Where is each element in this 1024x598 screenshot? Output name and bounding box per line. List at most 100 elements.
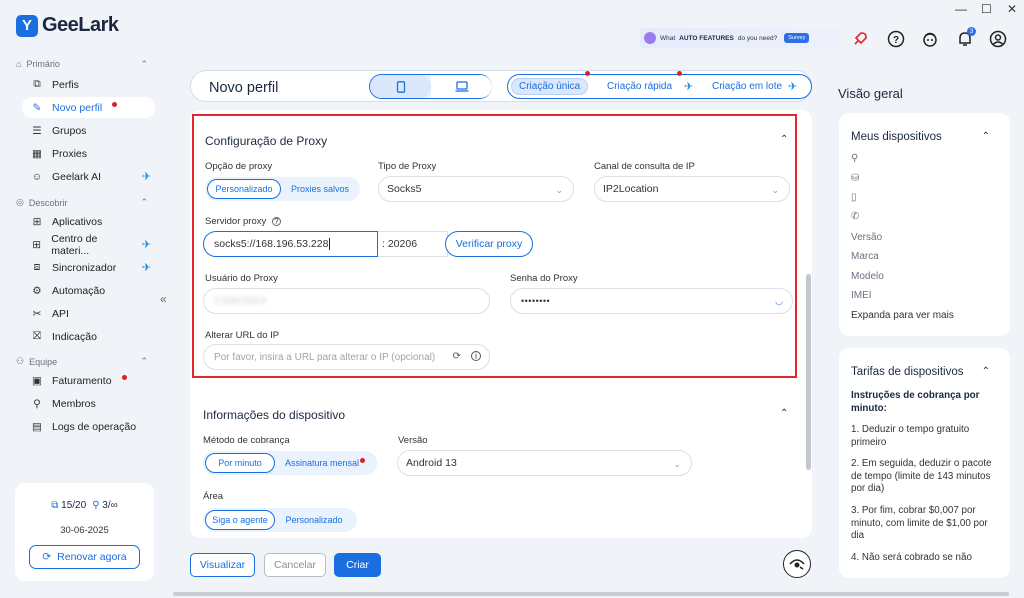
chevron-up-icon[interactable]: ⌃: [982, 366, 990, 377]
proxy-server-input[interactable]: socks5://168.196.53.228: [203, 231, 378, 257]
maximize-button[interactable]: ☐: [981, 2, 992, 16]
close-button[interactable]: ✕: [1007, 2, 1017, 16]
billing-method-segment: Por minuto Assinatura mensal: [203, 451, 377, 475]
renew-button[interactable]: ⟳ Renovar agora: [29, 545, 140, 569]
sidebar-item-logs[interactable]: ▤ Logs de operação: [22, 416, 155, 437]
expand-more-link[interactable]: Expanda para ver mais: [851, 310, 954, 321]
sidebar-item-label: Aplicativos: [52, 215, 103, 228]
section-team[interactable]: ⚇ Equipe ⌃: [16, 356, 148, 367]
billing-subscription[interactable]: Assinatura mensal: [275, 453, 375, 473]
proxies-icon: ▦: [32, 147, 42, 160]
banner-suffix: do you need?: [737, 34, 778, 42]
proxy-port-input[interactable]: : 20206: [378, 231, 448, 257]
proxy-option-custom[interactable]: Personalizado: [207, 179, 281, 199]
sim-icon: ▯: [851, 192, 857, 203]
sync-icon: ⧈: [33, 261, 41, 273]
proxy-type-select[interactable]: Socks5 ⌄: [378, 176, 574, 202]
notification-badge: 3: [967, 27, 976, 36]
sidebar-item-membros[interactable]: ⚲ Membros: [22, 393, 155, 414]
sidebar-item-novo-perfil[interactable]: ✎ Novo perfil: [22, 97, 155, 118]
sidebar-item-label: Centro de materi...: [51, 232, 98, 257]
ip-channel-select[interactable]: IP2Location ⌄: [594, 176, 790, 202]
change-url-placeholder: Por favor, insira a URL para alterar o I…: [214, 351, 436, 363]
phone-option[interactable]: [370, 75, 431, 98]
proxy-password-input[interactable]: •••••••• ◡: [510, 288, 793, 314]
eye-closed-icon[interactable]: ◡: [775, 296, 783, 307]
change-url-input[interactable]: Por favor, insira a URL para alterar o I…: [203, 344, 490, 370]
section-primary[interactable]: ⌂ Primário ⌃: [16, 59, 148, 69]
pin-icon: ✈: [788, 81, 798, 93]
sidebar-item-grupos[interactable]: ☰ Grupos: [22, 120, 155, 141]
sidebar-item-geelark-ai[interactable]: ☺ Geelark AI ✈: [22, 166, 155, 187]
version-select[interactable]: Android 13 ⌄: [397, 450, 692, 476]
preview-button[interactable]: Visualizar: [190, 553, 255, 577]
tab-batch-creation[interactable]: Criação em lote: [712, 75, 782, 98]
section-primary-label: Primário: [26, 59, 60, 69]
proxy-type-value: Socks5: [387, 183, 422, 195]
chevron-up-icon[interactable]: ⌃: [982, 131, 990, 142]
create-button[interactable]: Criar: [334, 553, 381, 577]
sidebar-item-label: Automação: [52, 284, 106, 297]
info-icon[interactable]: i: [471, 351, 481, 361]
chevron-up-icon[interactable]: ⌃: [780, 134, 788, 145]
minimize-button[interactable]: —: [955, 2, 967, 16]
sidebar-item-automacao[interactable]: ⚙ Automação: [22, 280, 155, 301]
area-follow-agent[interactable]: Siga o agente: [205, 510, 275, 530]
sidebar-item-perfis[interactable]: ⧉ Perfis: [22, 74, 155, 95]
device-brand: Marca: [851, 251, 879, 262]
sidebar-item-proxies[interactable]: ▦ Proxies: [22, 143, 155, 164]
account-icon[interactable]: [988, 29, 1008, 49]
survey-button[interactable]: Survey: [784, 33, 810, 43]
cancel-button[interactable]: Cancelar: [264, 553, 326, 577]
app-logo[interactable]: Y GeeLark: [16, 14, 119, 37]
sidebar-item-label: Faturamento: [52, 374, 112, 387]
svg-text:?: ?: [893, 35, 899, 46]
overview-title: Visão geral: [838, 86, 903, 101]
collapse-sidebar-icon[interactable]: «: [160, 292, 167, 306]
device-rates-title: Tarifas de dispositivos: [851, 366, 964, 378]
sidebar-item-aplicativos[interactable]: ⊞ Aplicativos: [22, 211, 155, 232]
help-icon[interactable]: ?: [271, 217, 281, 226]
support-icon[interactable]: [920, 29, 940, 49]
sidebar-item-faturamento[interactable]: ▣ Faturamento: [22, 370, 155, 391]
sidebar-item-centro[interactable]: ⊞ Centro de materi... ✈: [22, 232, 155, 257]
account-card: ⧉ 15/20 ⚲ 3/∞ 30-06-2025 ⟳ Renovar agora: [15, 483, 154, 581]
pin-icon: ✈: [141, 239, 151, 251]
device-version: Versão: [851, 232, 883, 243]
compass-icon: ◎: [16, 197, 24, 207]
section-discover[interactable]: ◎ Descobrir ⌃: [16, 197, 148, 208]
chevron-down-icon: ⌄: [555, 185, 563, 195]
area-custom[interactable]: Personalizado: [275, 510, 353, 530]
sidebar-item-sincronizador[interactable]: ⧈ Sincronizador ✈: [22, 257, 155, 278]
help-icon[interactable]: ?: [886, 29, 906, 49]
chevron-down-icon: ⌄: [673, 459, 681, 469]
form-scrollbar[interactable]: [806, 274, 811, 470]
rocket-icon[interactable]: [850, 29, 870, 49]
assistant-icon[interactable]: [783, 550, 811, 578]
tab-quick-creation[interactable]: Criação rápida: [607, 75, 672, 98]
horizontal-scrollbar[interactable]: [173, 592, 1009, 596]
desktop-option[interactable]: [431, 75, 492, 98]
verify-proxy-button[interactable]: Verificar proxy: [445, 231, 533, 257]
laptop-icon: [455, 81, 468, 92]
profiles-count-value: 15/20: [61, 500, 87, 511]
proxy-user-input[interactable]: CSAV25X4: [203, 288, 490, 314]
version-value: Android 13: [406, 457, 457, 469]
billing-per-minute[interactable]: Por minuto: [205, 453, 275, 473]
phone-icon: [396, 80, 405, 93]
home-icon: ⌂: [16, 59, 22, 69]
sidebar-item-api[interactable]: ✂ API: [22, 303, 155, 324]
sidebar-item-indicacao[interactable]: ⛝ Indicação: [22, 326, 155, 347]
network-icon: ⛁: [851, 173, 860, 184]
proxy-user-value: CSAV25X4: [214, 295, 267, 307]
section-discover-label: Descobrir: [28, 197, 68, 208]
account-stats: ⧉ 15/20 ⚲ 3/∞: [15, 500, 154, 511]
auto-features-banner[interactable]: What AUTO FEATURES do you need? Survey: [640, 28, 840, 48]
chevron-up-icon[interactable]: ⌃: [780, 408, 788, 419]
tab-single-creation[interactable]: Criação única: [511, 78, 589, 95]
proxy-option-saved[interactable]: Proxies salvos: [281, 179, 359, 199]
refresh-icon[interactable]: ⟳: [453, 351, 461, 362]
user-icon: ⚲: [33, 397, 41, 410]
sidebar-item-label: Novo perfil: [52, 101, 103, 114]
pin-icon: ✈: [684, 81, 694, 93]
